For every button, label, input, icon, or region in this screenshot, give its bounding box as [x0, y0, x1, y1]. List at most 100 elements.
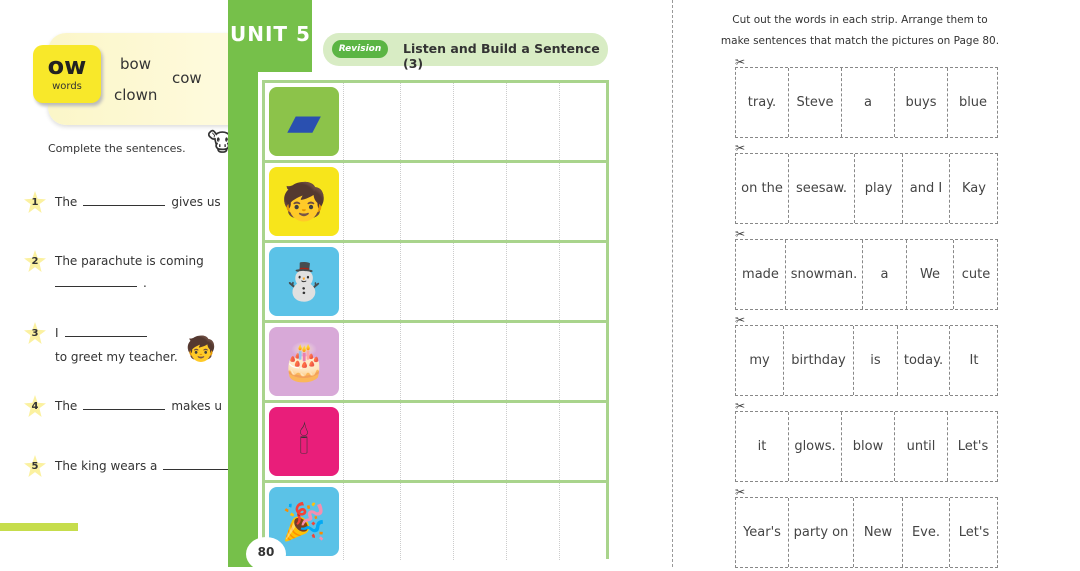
star-number: 4 [24, 395, 46, 417]
word-card[interactable]: Let's [948, 412, 998, 481]
exercise-4: The makes u [55, 399, 222, 413]
word-slot-divider [343, 403, 344, 480]
green-side-band [228, 0, 258, 567]
word-card[interactable]: glows. [789, 412, 842, 481]
decorative-bar [0, 523, 78, 531]
middle-page: UNIT 5 Revision Listen and Build a Sente… [228, 0, 620, 571]
right-page: Cut out the words in each strip. Arrange… [620, 0, 1080, 568]
sentence-row: 🧒 [265, 163, 606, 240]
word-slot-divider [453, 483, 454, 560]
word-card[interactable]: Kay [950, 154, 998, 223]
word-slot-divider [559, 483, 560, 560]
word-card[interactable]: blow [842, 412, 895, 481]
instruction-line-2: make sentences that match the pictures o… [720, 35, 1000, 47]
word-slot-divider [559, 163, 560, 240]
word-card[interactable]: and I [903, 154, 950, 223]
word-card[interactable]: on the [736, 154, 789, 223]
word-card[interactable]: play [855, 154, 903, 223]
word-slot-divider [506, 163, 507, 240]
word-card[interactable]: tray. [736, 68, 789, 137]
exercise-5: The king wears a [55, 459, 240, 473]
word-card[interactable]: We [907, 240, 954, 309]
word-card[interactable]: Eve. [903, 498, 950, 567]
word-card[interactable]: New [854, 498, 903, 567]
exercise-3-end: to greet my teacher. [55, 350, 178, 364]
word-card[interactable]: made [736, 240, 786, 309]
instruction-line-1: Cut out the words in each strip. Arrange… [732, 14, 988, 26]
word-card[interactable]: it [736, 412, 789, 481]
sentence-row: ▰ [265, 83, 606, 160]
word-slot-divider [400, 163, 401, 240]
word-slot-divider [453, 403, 454, 480]
word-slot-divider [453, 243, 454, 320]
word: clown [114, 86, 158, 104]
word-strip: Year's party on New Eve. Let's [735, 497, 998, 568]
sentence-grid: ▰ 🧒 ⛄ 🎂 🕯 🎉 [262, 80, 609, 560]
word-slot-divider [343, 243, 344, 320]
word-card[interactable]: is [854, 326, 898, 395]
word: bow [120, 55, 151, 73]
boy-icon: 🧒 [186, 335, 216, 363]
word-strip: it glows. blow until Let's [735, 411, 998, 482]
answer-blank[interactable] [83, 205, 166, 206]
exercise-3: I [55, 326, 153, 340]
word-slot-divider [453, 323, 454, 400]
word-slot-divider [400, 323, 401, 400]
word-card[interactable]: snowman. [786, 240, 863, 309]
exercise-1: The gives us [55, 195, 221, 209]
word-card[interactable]: Let's [950, 498, 998, 567]
word-slot-divider [343, 483, 344, 560]
birthday-cake-icon: 🎂 [269, 327, 339, 396]
word-card[interactable]: Year's [736, 498, 789, 567]
word-slot-divider [506, 403, 507, 480]
word-slot-divider [400, 243, 401, 320]
word-strip: tray. Steve a buys blue [735, 67, 998, 138]
word-strip: made snowman. a We cute [735, 239, 998, 310]
instruction: Complete the sentences. [48, 142, 186, 155]
sentence-row: ⛄ [265, 243, 606, 320]
word-card[interactable]: seesaw. [789, 154, 855, 223]
title-pill: Revision Listen and Build a Sentence (3) [323, 33, 608, 71]
word-slot-divider [559, 323, 560, 400]
word-slot-divider [506, 83, 507, 160]
word-card[interactable]: It [950, 326, 998, 395]
word-strip: my birthday is today. It [735, 325, 998, 396]
page-number: 80 [246, 537, 286, 571]
star-number: 2 [24, 250, 46, 272]
word-card[interactable]: today. [898, 326, 950, 395]
star-number: 5 [24, 455, 46, 477]
seesaw-icon: 🧒 [269, 167, 339, 236]
word-card[interactable]: until [895, 412, 948, 481]
unit-label: UNIT 5 [230, 22, 311, 46]
answer-blank[interactable] [83, 409, 166, 410]
sentence-row: 🎂 [265, 323, 606, 400]
word-card[interactable]: my [736, 326, 784, 395]
word-card[interactable]: cute [954, 240, 998, 309]
candle-icon: 🕯 [269, 407, 339, 476]
word-slot-divider [453, 163, 454, 240]
answer-blank[interactable] [55, 286, 137, 287]
word-card[interactable]: a [863, 240, 907, 309]
word-card[interactable]: party on [789, 498, 854, 567]
word-card[interactable]: blue [948, 68, 998, 137]
word-card[interactable]: birthday [784, 326, 854, 395]
word-slot-divider [400, 403, 401, 480]
page-cut-line [672, 0, 673, 567]
word-slot-divider [559, 403, 560, 480]
word-slot-divider [343, 163, 344, 240]
sentence-row: 🎉 [265, 483, 606, 560]
word-slot-divider [400, 483, 401, 560]
answer-blank[interactable] [64, 336, 147, 337]
revision-badge: Revision [332, 40, 388, 58]
ow-box: ow words [33, 45, 101, 103]
word-card[interactable]: buys [895, 68, 948, 137]
star-number: 3 [24, 322, 46, 344]
left-page: ow words bow cow clown Complete the sent… [0, 0, 240, 567]
word-card[interactable]: a [842, 68, 895, 137]
word-card[interactable]: Steve [789, 68, 842, 137]
word-slot-divider [559, 83, 560, 160]
word-slot-divider [343, 323, 344, 400]
star-number: 1 [24, 191, 46, 213]
exercise-2-blank: . [49, 276, 147, 290]
sentence-row: 🕯 [265, 403, 606, 480]
